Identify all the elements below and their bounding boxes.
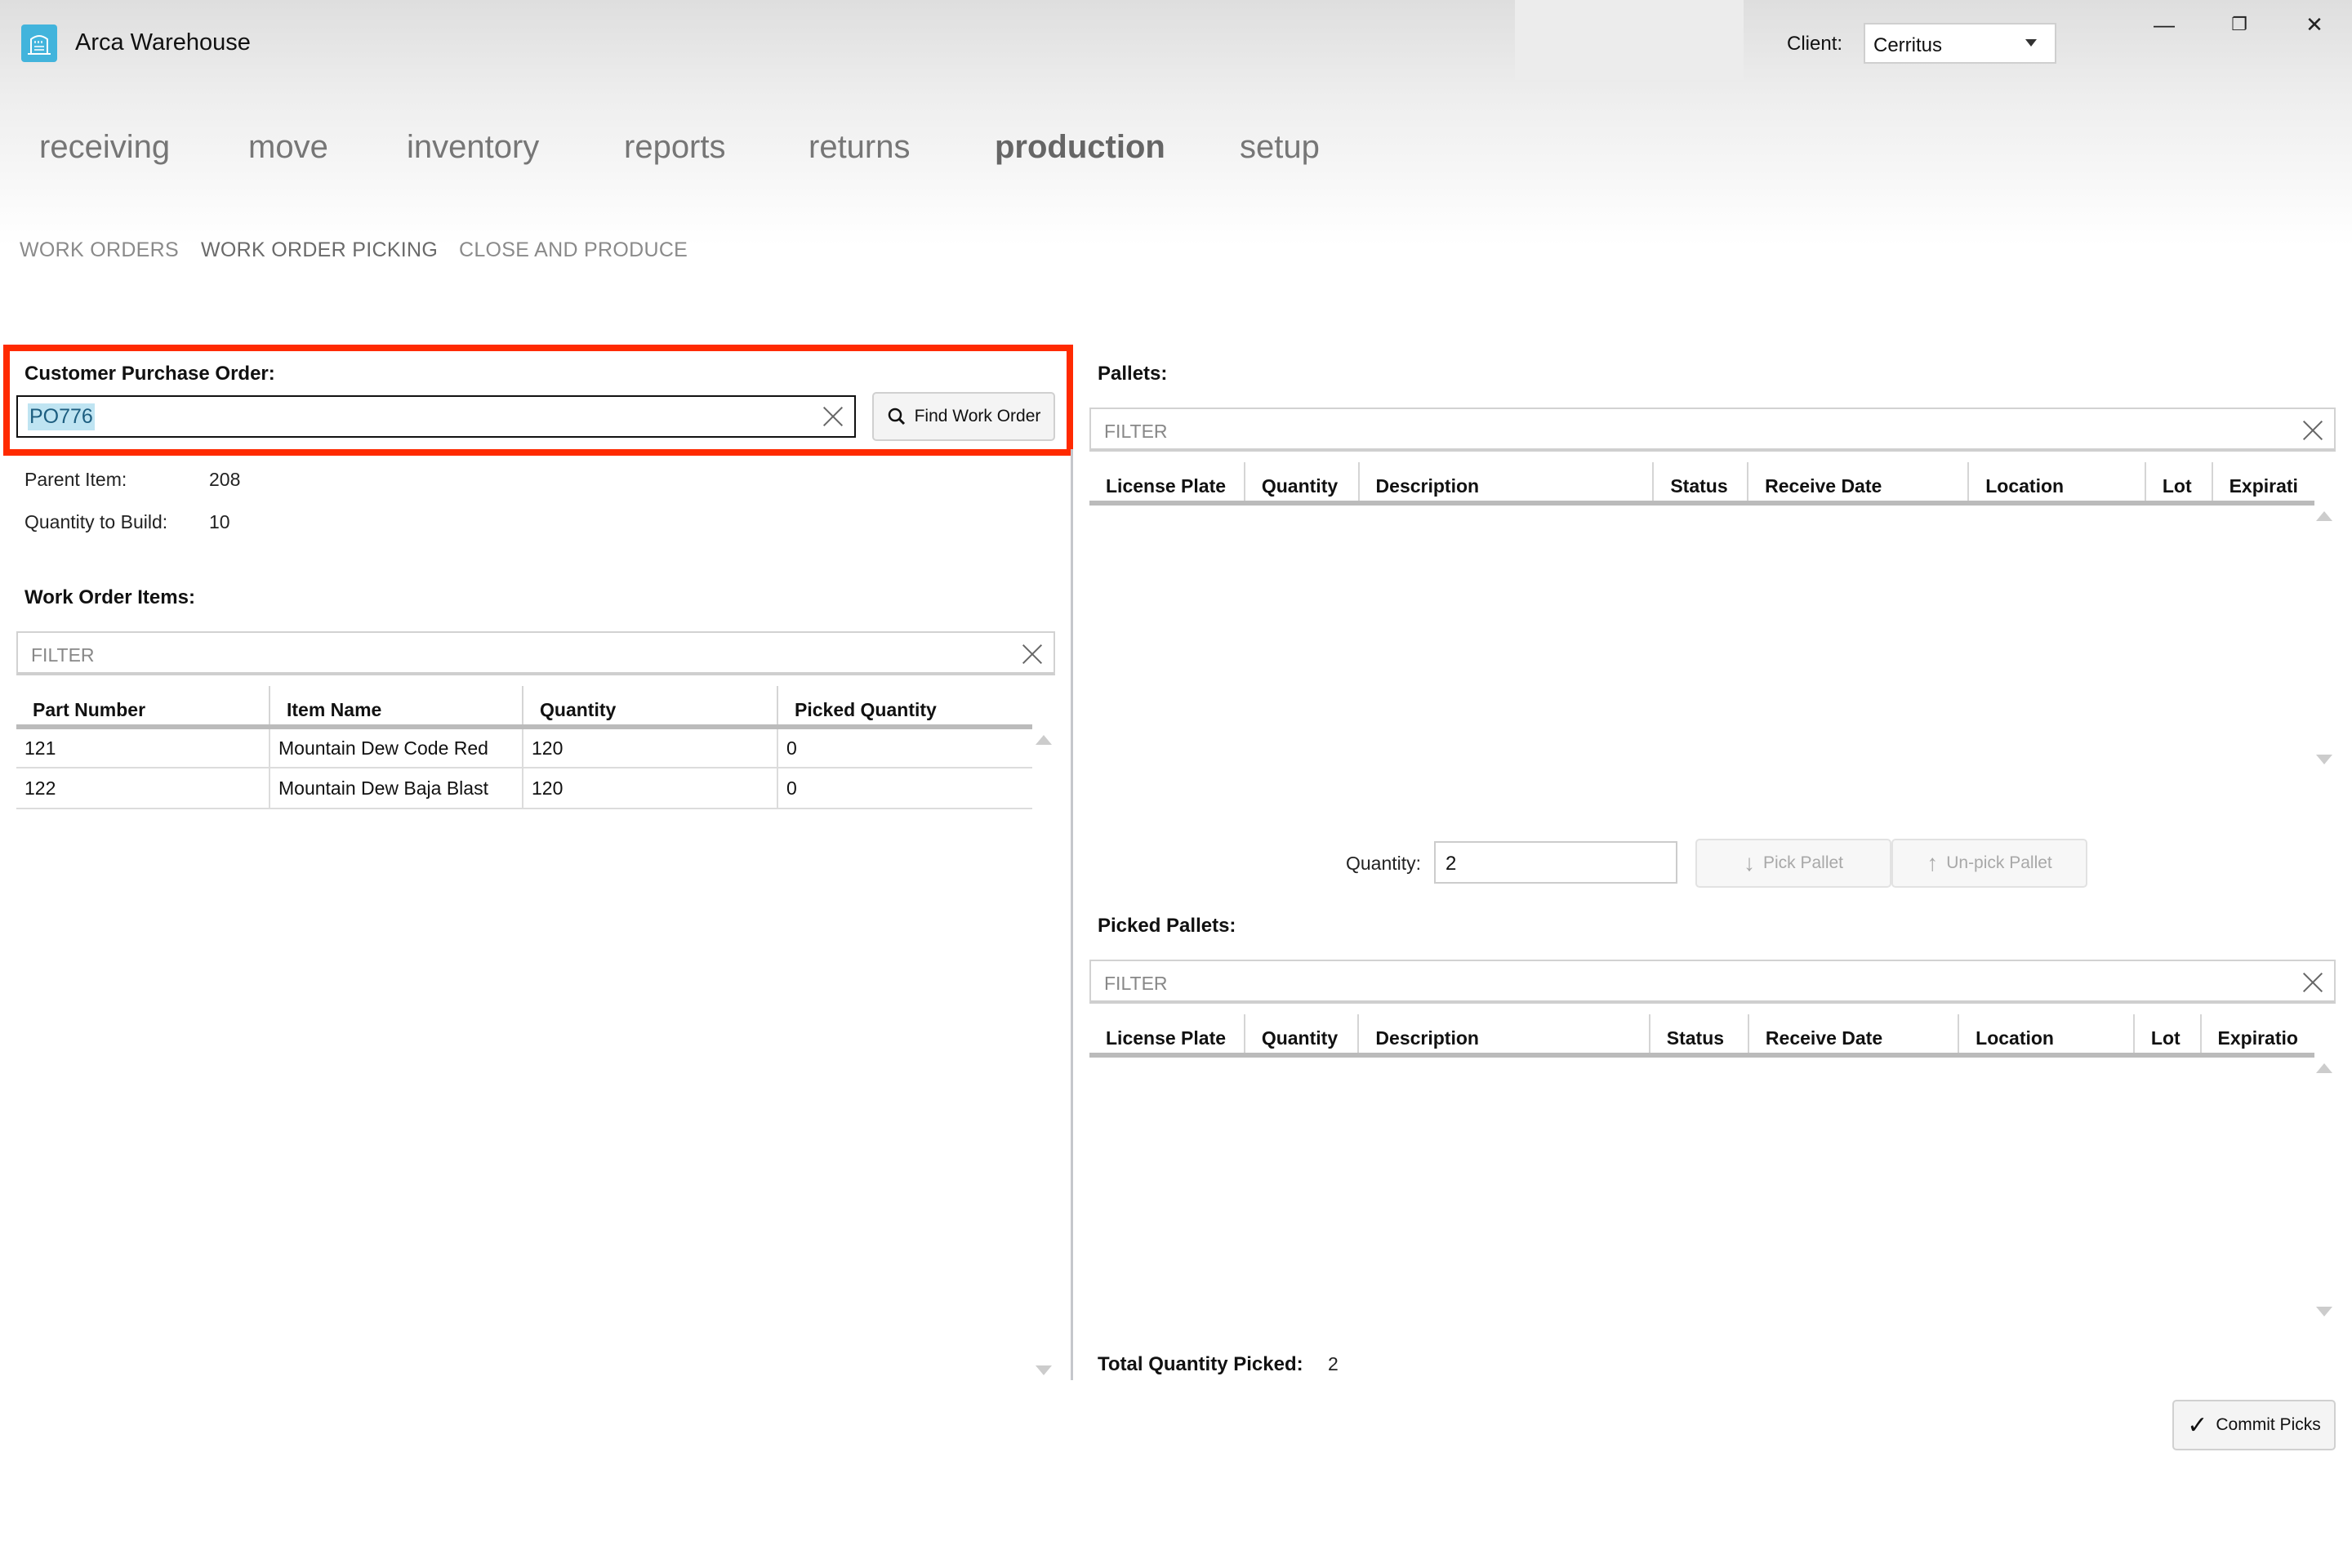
cell: 121 <box>16 727 270 768</box>
cell: 120 <box>522 727 777 768</box>
table-row[interactable]: 122 Mountain Dew Baja Blast 120 0 <box>16 768 1032 809</box>
cell: 122 <box>16 768 270 809</box>
nav-move[interactable]: move <box>248 129 328 166</box>
chevron-down-icon <box>2025 39 2037 47</box>
scroll-up-icon[interactable] <box>1036 735 1052 745</box>
nav-production[interactable]: production <box>995 129 1165 166</box>
total-quantity-label: Total Quantity Picked: <box>1098 1353 1303 1375</box>
picked-pallets-filter[interactable]: FILTER <box>1089 960 2336 1004</box>
work-order-items-label: Work Order Items: <box>24 586 195 608</box>
pallets-filter[interactable]: FILTER <box>1089 408 2336 452</box>
scroll-down-icon[interactable] <box>1036 1365 1052 1375</box>
column-header[interactable]: Part Number <box>16 686 270 729</box>
warehouse-icon <box>21 24 57 62</box>
nav-setup[interactable]: setup <box>1240 129 1320 166</box>
client-select[interactable]: Cerritus <box>1864 23 2056 64</box>
table-header-row: License Plate Quantity Description Statu… <box>1089 462 2314 506</box>
total-quantity-value: 2 <box>1328 1353 1339 1374</box>
column-header[interactable]: Quantity <box>1243 462 1359 506</box>
clear-filter-icon[interactable] <box>2301 419 2324 442</box>
arrow-down-icon: ↓ <box>1743 850 1755 875</box>
po-input-value: PO776 <box>28 403 95 430</box>
header-blank-area <box>1515 0 1744 80</box>
commit-picks-label: Commit Picks <box>2216 1415 2321 1434</box>
pick-pallet-button[interactable]: ↓ Pick Pallet <box>1695 839 1891 888</box>
column-header[interactable]: Item Name <box>269 686 523 729</box>
column-header[interactable]: Location <box>1967 462 2145 506</box>
filter-placeholder: FILTER <box>1104 421 1168 442</box>
column-header[interactable]: Description <box>1357 462 1654 506</box>
quantity-label: Quantity: <box>1346 853 1422 874</box>
column-header[interactable]: Description <box>1357 1014 1650 1058</box>
cell: Mountain Dew Code Red <box>269 727 523 768</box>
column-header[interactable]: License Plate <box>1089 1014 1245 1058</box>
tab-work-order-picking[interactable]: WORK ORDER PICKING <box>201 238 438 262</box>
close-button[interactable]: ✕ <box>2290 8 2339 41</box>
column-header[interactable]: Status <box>1652 462 1748 506</box>
column-header[interactable]: Expiratio <box>2199 1014 2314 1058</box>
scroll-down-icon[interactable] <box>2316 1307 2332 1316</box>
filter-placeholder: FILTER <box>31 644 95 666</box>
column-header[interactable]: Picked Quantity <box>777 686 1032 729</box>
tab-close-and-produce[interactable]: CLOSE AND PRODUCE <box>459 238 688 262</box>
pallets-label: Pallets: <box>1098 363 1168 385</box>
clear-filter-icon[interactable] <box>2301 971 2324 994</box>
cell: 120 <box>522 768 777 809</box>
clear-icon[interactable] <box>822 405 844 428</box>
column-header[interactable]: Lot <box>2132 1014 2201 1058</box>
pick-pallet-label: Pick Pallet <box>1762 853 1844 872</box>
find-work-order-label: Find Work Order <box>914 407 1041 425</box>
find-work-order-button[interactable]: Find Work Order <box>872 392 1055 441</box>
scroll-up-icon[interactable] <box>2316 511 2332 521</box>
clear-filter-icon[interactable] <box>1021 643 1044 666</box>
nav-reports[interactable]: reports <box>624 129 726 166</box>
nav-receiving[interactable]: receiving <box>39 129 170 166</box>
table-row[interactable]: 121 Mountain Dew Code Red 120 0 <box>16 727 1032 768</box>
unpick-pallet-label: Un-pick Pallet <box>1946 853 2052 872</box>
column-header[interactable]: Status <box>1648 1014 1748 1058</box>
column-header[interactable]: Location <box>1958 1014 2134 1058</box>
scroll-down-icon[interactable] <box>2316 755 2332 764</box>
unpick-pallet-button[interactable]: ↑ Un-pick Pallet <box>1891 839 2087 888</box>
column-header[interactable]: Quantity <box>1243 1014 1359 1058</box>
parent-item-label: Parent Item: <box>24 469 127 490</box>
picked-pallets-table: License Plate Quantity Description Statu… <box>1089 1014 2314 1058</box>
cell: 0 <box>777 727 1032 768</box>
column-header[interactable]: Receive Date <box>1747 1014 1959 1058</box>
po-input[interactable]: PO776 <box>16 395 856 438</box>
cell: 0 <box>777 768 1032 809</box>
qty-build-label: Quantity to Build: <box>24 511 168 532</box>
cell: Mountain Dew Baja Blast <box>269 768 523 809</box>
app-title: Arca Warehouse <box>75 29 251 56</box>
filter-placeholder: FILTER <box>1104 973 1168 994</box>
work-order-items-table: Part Number Item Name Quantity Picked Qu… <box>16 686 1032 809</box>
column-header[interactable]: Quantity <box>522 686 777 729</box>
qty-build-value: 10 <box>209 511 230 532</box>
panel-divider <box>1071 449 1073 1380</box>
picked-pallets-label: Picked Pallets: <box>1098 915 1236 937</box>
column-header[interactable]: Lot <box>2144 462 2212 506</box>
column-header[interactable]: Receive Date <box>1747 462 1969 506</box>
commit-picks-button[interactable]: ✓ Commit Picks <box>2172 1400 2336 1450</box>
search-icon <box>888 408 905 425</box>
client-label: Client: <box>1787 33 1843 55</box>
minimize-button[interactable]: — <box>2140 8 2189 41</box>
table-header-row: Part Number Item Name Quantity Picked Qu… <box>16 686 1032 729</box>
quantity-input[interactable]: 2 <box>1434 841 1677 884</box>
column-header[interactable]: License Plate <box>1089 462 1245 506</box>
restore-button[interactable]: ❐ <box>2215 8 2264 41</box>
tab-work-orders[interactable]: WORK ORDERS <box>20 238 179 262</box>
table-header-row: License Plate Quantity Description Statu… <box>1089 1014 2314 1058</box>
pallets-table: License Plate Quantity Description Statu… <box>1089 462 2314 506</box>
nav-inventory[interactable]: inventory <box>407 129 539 166</box>
nav-returns[interactable]: returns <box>808 129 911 166</box>
arrow-up-icon: ↑ <box>1927 850 1939 875</box>
work-order-items-filter[interactable]: FILTER <box>16 631 1055 675</box>
scroll-up-icon[interactable] <box>2316 1063 2332 1073</box>
po-label: Customer Purchase Order: <box>24 363 275 385</box>
client-select-value: Cerritus <box>1873 34 1943 56</box>
checkmark-icon: ✓ <box>2187 1411 2208 1439</box>
parent-item-value: 208 <box>209 469 241 490</box>
column-header[interactable]: Expirati <box>2211 462 2314 506</box>
